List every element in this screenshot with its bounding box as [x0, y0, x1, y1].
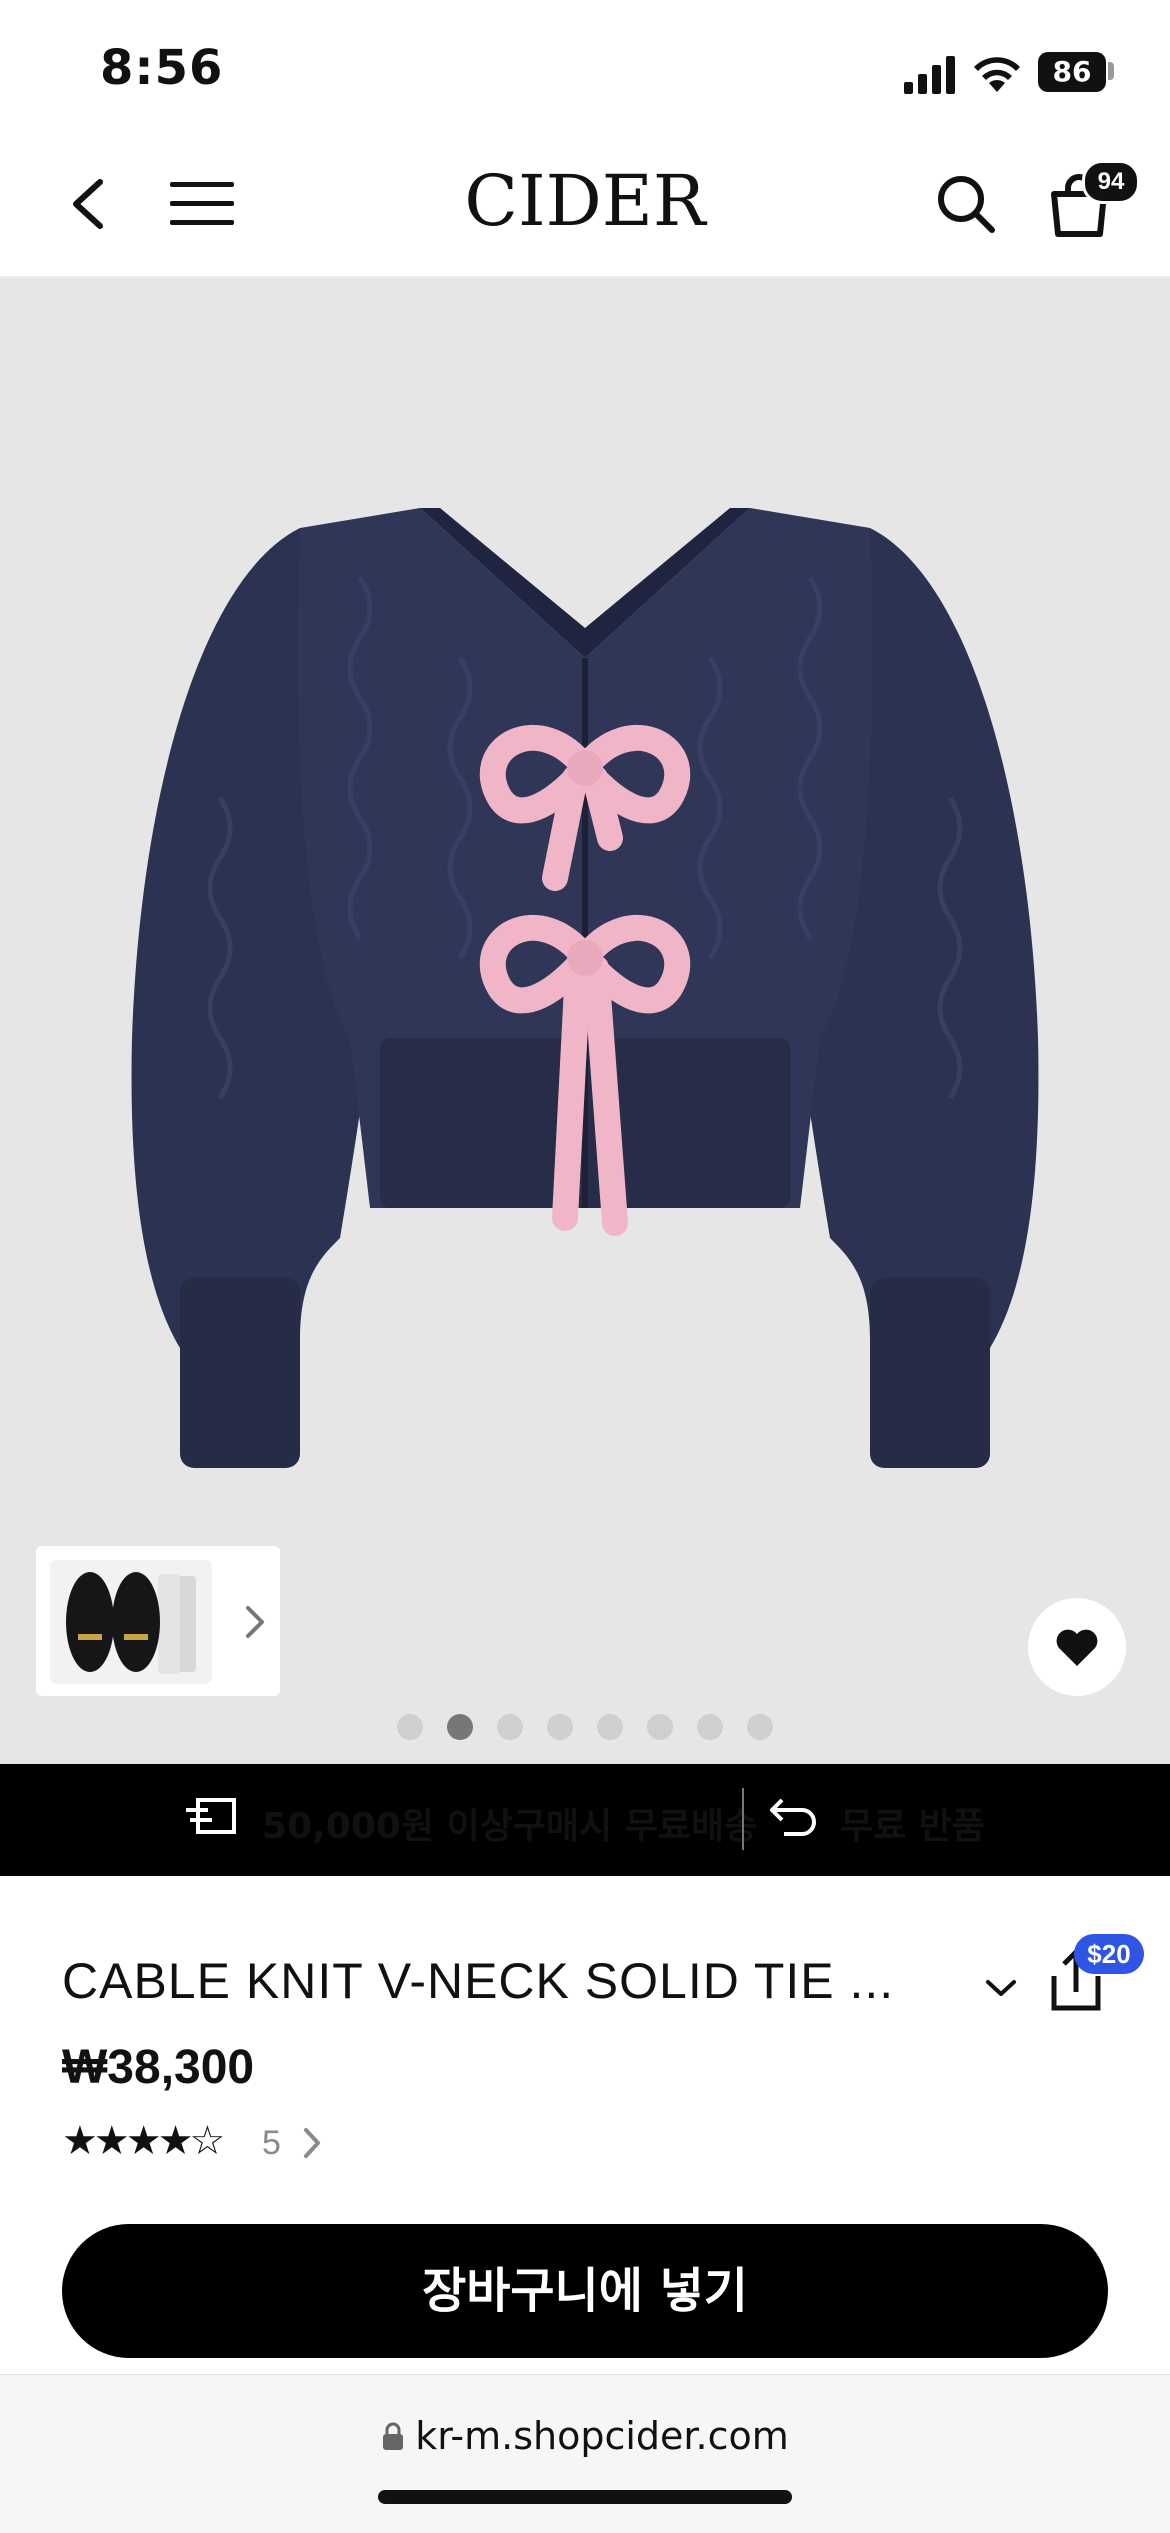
- review-count[interactable]: 5: [262, 2124, 281, 2163]
- gallery-pagination: [0, 1714, 1170, 1740]
- product-photo-cardigan: [131, 508, 1039, 1468]
- pagination-dot[interactable]: [497, 1714, 523, 1740]
- promo-divider: [742, 1788, 744, 1850]
- loafer-shoes-image: [66, 1572, 196, 1674]
- related-product-thumbnail[interactable]: [50, 1560, 212, 1684]
- pagination-dot[interactable]: [547, 1714, 573, 1740]
- url-label: kr-m.shopcider.com: [415, 2414, 789, 2458]
- product-title[interactable]: CABLE KNIT V-NECK SOLID TIE ...: [62, 1952, 894, 2010]
- pagination-dot-active[interactable]: [447, 1714, 473, 1740]
- url-text[interactable]: kr-m.shopcider.com: [0, 2414, 1170, 2458]
- rating-stars[interactable]: ★★★★☆: [62, 2118, 225, 2164]
- chevron-down-icon[interactable]: [984, 1976, 1018, 2000]
- reviews-chevron-icon[interactable]: [300, 2126, 324, 2160]
- status-time: 8:56: [100, 40, 224, 96]
- pagination-dot[interactable]: [397, 1714, 423, 1740]
- pagination-dot[interactable]: [747, 1714, 773, 1740]
- pagination-dot[interactable]: [697, 1714, 723, 1740]
- cellular-signal-icon: [904, 56, 955, 94]
- add-to-cart-button[interactable]: 장바구니에 넣기: [62, 2224, 1108, 2358]
- delivery-truck-icon: [186, 1798, 236, 1834]
- product-image-gallery[interactable]: [0, 278, 1170, 1764]
- share-reward-badge: $20: [1074, 1934, 1144, 1974]
- lock-icon: [383, 2422, 404, 2450]
- battery-cap: [1108, 62, 1114, 80]
- wifi-icon: [974, 57, 1020, 92]
- cart-count-badge: 94: [1082, 160, 1140, 204]
- chevron-right-icon[interactable]: [240, 1602, 270, 1642]
- pagination-dot[interactable]: [647, 1714, 673, 1740]
- search-icon[interactable]: [934, 172, 998, 236]
- wishlist-button[interactable]: [1028, 1598, 1126, 1696]
- free-returns-text: 무료 반품: [840, 1806, 986, 1847]
- battery-indicator: 86: [1038, 52, 1106, 92]
- pagination-dot[interactable]: [597, 1714, 623, 1740]
- product-price: ₩38,300: [62, 2041, 255, 2094]
- return-arrow-icon: [770, 1798, 816, 1836]
- home-indicator[interactable]: [378, 2490, 792, 2504]
- heart-icon: [1056, 1629, 1098, 1666]
- free-shipping-text: 50,000원 이상구매시 무료배송: [262, 1806, 758, 1847]
